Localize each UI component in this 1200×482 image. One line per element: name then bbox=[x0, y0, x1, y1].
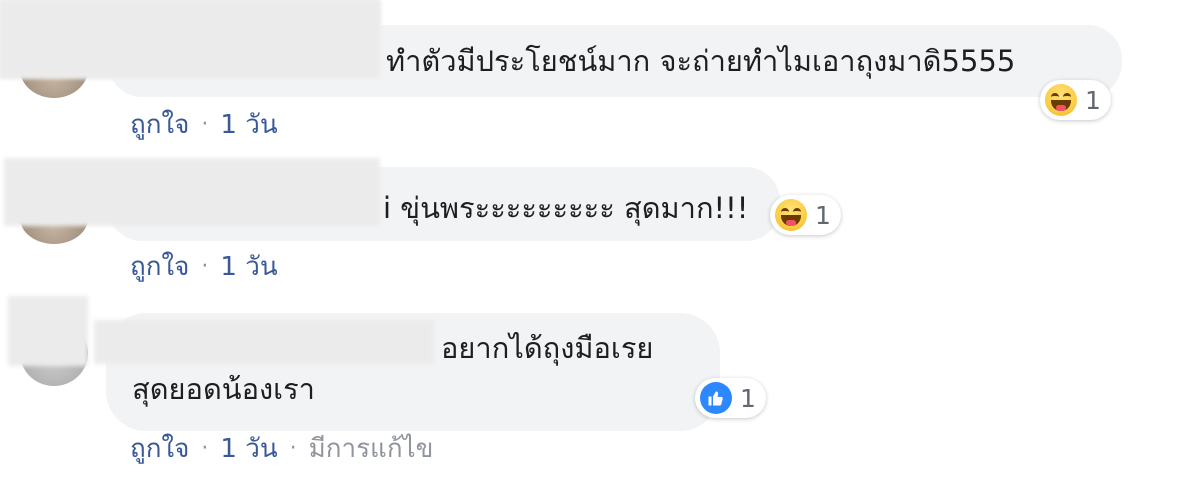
separator: · bbox=[289, 436, 297, 461]
reaction-count: 1 bbox=[740, 383, 756, 413]
reaction-count: 1 bbox=[815, 200, 831, 230]
separator: · bbox=[201, 436, 209, 461]
haha-icon bbox=[1045, 84, 1077, 116]
comment-text-line-2: สุดยอดน้องเรา bbox=[132, 372, 315, 406]
comment-2: i ขุ่นพระะะะะะะะะ สุดมาก!!! 1 ถูกใจ · 1 … bbox=[0, 150, 1200, 290]
separator: · bbox=[201, 112, 209, 137]
comment-text-line-1: อยากได้ถุงมือเรย bbox=[441, 331, 654, 365]
timestamp-link[interactable]: 1 วัน bbox=[220, 428, 277, 469]
haha-icon bbox=[775, 199, 807, 231]
comment-1: ทำตัวมีประโยชน์มาก จะถ่ายทำไมเอาถุงมาดิ5… bbox=[0, 0, 1200, 150]
comment-3: อยากได้ถุงมือเรย สุดยอดน้องเรา 1 ถูกใจ ·… bbox=[0, 290, 1200, 482]
reaction-summary[interactable]: 1 bbox=[695, 378, 766, 418]
author-name-redacted[interactable] bbox=[94, 320, 434, 364]
like-link[interactable]: ถูกใจ bbox=[130, 104, 189, 145]
comment-text: i ขุ่นพระะะะะะะะะ สุดมาก!!! bbox=[383, 191, 749, 225]
author-name-redacted[interactable] bbox=[4, 158, 380, 226]
comment-text: ทำตัวมีประโยชน์มาก จะถ่ายทำไมเอาถุงมาดิ5… bbox=[386, 44, 1016, 78]
thumbs-up-icon bbox=[700, 382, 732, 414]
separator: · bbox=[201, 254, 209, 279]
reaction-summary[interactable]: 1 bbox=[1040, 80, 1111, 120]
reaction-count: 1 bbox=[1085, 85, 1101, 115]
timestamp-link[interactable]: 1 วัน bbox=[220, 246, 277, 287]
comment-meta: ถูกใจ · 1 วัน bbox=[130, 104, 278, 145]
timestamp-link[interactable]: 1 วัน bbox=[220, 104, 277, 145]
like-link[interactable]: ถูกใจ bbox=[130, 428, 189, 469]
comment-meta: ถูกใจ · 1 วัน bbox=[130, 246, 278, 287]
like-link[interactable]: ถูกใจ bbox=[130, 246, 189, 287]
author-name-redacted[interactable] bbox=[0, 0, 380, 78]
edited-label[interactable]: มีการแก้ไข bbox=[309, 428, 434, 469]
author-avatar-redacted bbox=[8, 296, 88, 366]
reaction-summary[interactable]: 1 bbox=[770, 195, 841, 235]
comment-meta: ถูกใจ · 1 วัน · มีการแก้ไข bbox=[130, 428, 433, 469]
